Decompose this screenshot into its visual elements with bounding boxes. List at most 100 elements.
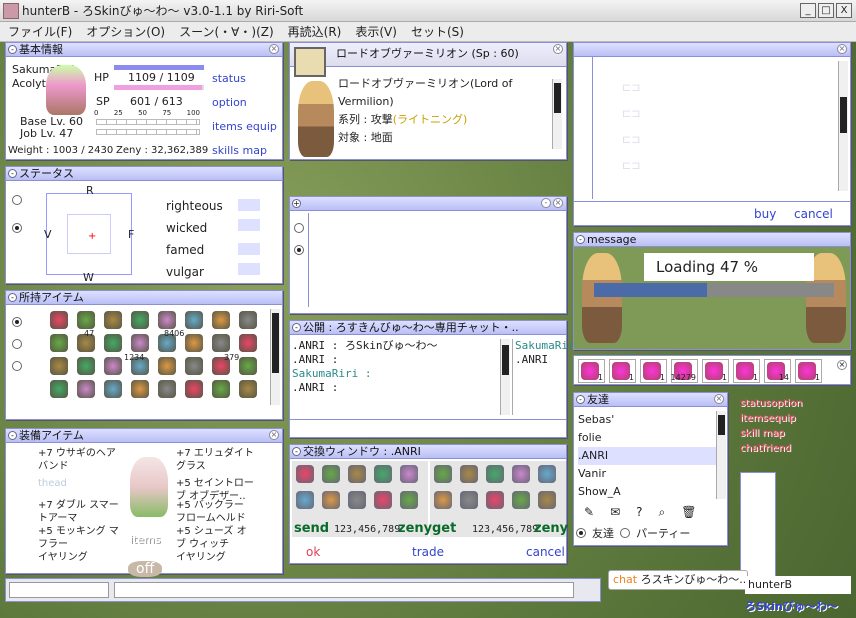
- side-map-link[interactable]: map: [763, 428, 785, 439]
- party-tab-radio[interactable]: [620, 528, 630, 538]
- side-equip-link[interactable]: equip: [768, 413, 796, 424]
- inventory-item-icon[interactable]: [239, 334, 257, 352]
- close-icon[interactable]: ×: [837, 44, 847, 54]
- inventory-item-icon[interactable]: [239, 380, 257, 398]
- collapse-icon[interactable]: -: [292, 323, 301, 332]
- hotbar-slot[interactable]: 1: [640, 359, 667, 383]
- trade-item-icon[interactable]: [538, 465, 556, 483]
- menu-set[interactable]: セット(S): [411, 23, 464, 40]
- inventory-item-icon[interactable]: [50, 311, 68, 329]
- friends-header[interactable]: - 友達 ×: [574, 393, 727, 407]
- inventory-item-icon[interactable]: [158, 311, 176, 329]
- hotbar-slot[interactable]: 1: [733, 359, 760, 383]
- side-chat-link[interactable]: chat: [740, 443, 762, 454]
- trash-icon[interactable]: 🗑: [681, 505, 696, 520]
- inventory-item-icon[interactable]: [212, 311, 230, 329]
- inventory-item-icon[interactable]: [77, 380, 95, 398]
- blank-radio-2[interactable]: [294, 245, 304, 255]
- shop-cancel-button[interactable]: cancel: [794, 207, 833, 221]
- inventory-item-icon[interactable]: [104, 334, 122, 352]
- trade-ok-button[interactable]: ok: [306, 545, 320, 559]
- equip-shoes[interactable]: +5 シューズ オブ ウィッチ: [176, 525, 256, 551]
- chat-header[interactable]: - 公開 : ろすきんびゅ〜わ〜専用チャット・..: [290, 321, 566, 335]
- inventory-item-icon[interactable]: [104, 311, 122, 329]
- collapse-icon[interactable]: -: [576, 235, 585, 244]
- items-scrollbar[interactable]: [270, 309, 280, 405]
- party-tab[interactable]: パーティー: [636, 525, 690, 541]
- side-status-link[interactable]: status: [740, 398, 771, 409]
- close-icon[interactable]: ×: [269, 430, 279, 440]
- collapse-icon[interactable]: -: [8, 45, 17, 54]
- trade-item-icon[interactable]: [374, 491, 392, 509]
- chat-member[interactable]: SakumaRiri: [515, 339, 581, 353]
- skills-link[interactable]: skills: [212, 144, 239, 157]
- trade-item-icon[interactable]: [348, 491, 366, 509]
- inventory-item-icon[interactable]: [131, 380, 149, 398]
- collapse-icon[interactable]: -: [292, 447, 301, 456]
- equip-header[interactable]: - 装備アイテム ×: [6, 429, 282, 443]
- inventory-item-icon[interactable]: [185, 311, 203, 329]
- friends-tab[interactable]: 友達: [592, 525, 614, 541]
- inventory-item-icon[interactable]: [131, 334, 149, 352]
- close-icon[interactable]: ×: [714, 394, 724, 404]
- side-items-link[interactable]: items: [740, 413, 768, 424]
- trade-item-icon[interactable]: [322, 465, 340, 483]
- friend-item[interactable]: folie: [578, 429, 718, 447]
- equip-armor[interactable]: +7 ダブル スマートアーマ: [38, 499, 124, 525]
- status-header[interactable]: - ステータス: [6, 167, 282, 181]
- maximize-button[interactable]: □: [818, 3, 834, 18]
- skill-scrollbar[interactable]: [552, 79, 562, 149]
- trade-item-icon[interactable]: [538, 491, 556, 509]
- trade-button[interactable]: trade: [412, 545, 444, 559]
- equip-accessory-left[interactable]: イヤリング: [38, 551, 124, 564]
- off-toggle[interactable]: off: [128, 561, 163, 577]
- menu-view[interactable]: 表示(V): [355, 23, 397, 40]
- friends-tab-radio[interactable]: [576, 528, 586, 538]
- mail-icon[interactable]: ✉: [610, 505, 620, 520]
- menu-file[interactable]: ファイル(F): [8, 23, 72, 40]
- help-icon[interactable]: ?: [636, 505, 642, 520]
- trade-item-icon[interactable]: [512, 491, 530, 509]
- map-link[interactable]: map: [243, 144, 267, 157]
- hotbar-slot[interactable]: 1: [795, 359, 822, 383]
- trade-item-icon[interactable]: [460, 491, 478, 509]
- buy-button[interactable]: buy: [754, 207, 776, 221]
- trade-item-icon[interactable]: [296, 491, 314, 509]
- shop-scrollbar[interactable]: [838, 61, 848, 191]
- close-button[interactable]: X: [836, 3, 852, 18]
- collapse-icon[interactable]: -: [8, 431, 17, 440]
- items-tab-3[interactable]: [12, 361, 22, 371]
- inventory-item-icon[interactable]: [185, 357, 203, 375]
- status-link[interactable]: status: [212, 72, 246, 85]
- inventory-item-icon[interactable]: [212, 380, 230, 398]
- collapse-icon[interactable]: +: [292, 199, 301, 208]
- equip-garment[interactable]: +5 モッキング マフラー: [38, 525, 124, 551]
- menu-option[interactable]: オプション(O): [86, 23, 165, 40]
- chat-member[interactable]: .ANRI: [515, 353, 581, 367]
- friend-item[interactable]: Vanir: [578, 465, 718, 483]
- trade-item-icon[interactable]: [434, 491, 452, 509]
- inventory-item-icon[interactable]: [104, 380, 122, 398]
- equip-link[interactable]: equip: [246, 120, 277, 133]
- inventory-item-icon[interactable]: [212, 334, 230, 352]
- inventory-item-icon[interactable]: [185, 334, 203, 352]
- status-radio-2[interactable]: [12, 223, 22, 233]
- inventory-item-icon[interactable]: [104, 357, 122, 375]
- status-radio-1[interactable]: [12, 195, 22, 205]
- hotbar-slot[interactable]: 1: [609, 359, 636, 383]
- inventory-item-icon[interactable]: [77, 357, 95, 375]
- close-icon[interactable]: ×: [269, 44, 279, 54]
- inventory-item-icon[interactable]: [239, 357, 257, 375]
- whisper-target-input[interactable]: [9, 582, 109, 598]
- items-header[interactable]: - 所持アイテム: [6, 291, 282, 305]
- hotbar-slot[interactable]: 1: [578, 359, 605, 383]
- hotbar-slot[interactable]: 14: [764, 359, 791, 383]
- equip-accessory-right[interactable]: イヤリング: [176, 551, 256, 564]
- inventory-item-icon[interactable]: [158, 380, 176, 398]
- inventory-item-icon[interactable]: [50, 357, 68, 375]
- items-toggle[interactable]: items: [130, 533, 161, 546]
- equip-head-mid[interactable]: thead: [38, 477, 124, 499]
- trade-item-icon[interactable]: [512, 465, 530, 483]
- option-link[interactable]: option: [212, 96, 247, 109]
- chat-scrollbar[interactable]: [500, 339, 510, 415]
